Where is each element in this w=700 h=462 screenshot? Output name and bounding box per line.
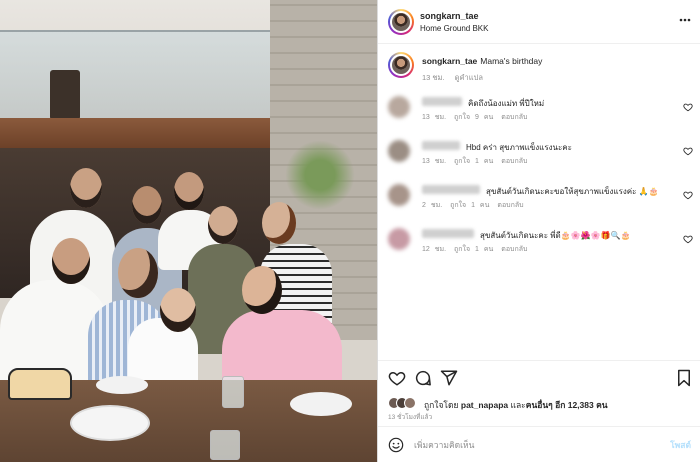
comment-likes[interactable]: ถูกใจ 1 คน: [454, 158, 493, 165]
post-side-panel: songkarn_tae Home Ground BKK songkarn_ta…: [377, 0, 700, 462]
photo-person-head: [262, 202, 296, 244]
photo-plate: [70, 405, 150, 441]
photo-chair: [50, 70, 80, 120]
add-comment-bar: โพสต์: [378, 427, 700, 462]
more-options-icon[interactable]: [679, 18, 691, 22]
caption-author-avatar[interactable]: [388, 52, 414, 78]
comment-meta: 2 ชม. ถูกใจ 1 คน ตอบกลับ: [422, 200, 532, 211]
post-photo[interactable]: [0, 0, 377, 462]
commenter-avatar[interactable]: [388, 140, 410, 162]
comment-item: Hbd คร่า สุขภาพแข็งแรงนะคะ 13 ชม. ถูกใจ 1…: [388, 138, 693, 168]
post-action-bar: [388, 369, 693, 387]
commenter-username-blurred[interactable]: [422, 229, 474, 238]
comment-meta: 13 ชม. ถูกใจ 9 คน ตอบกลับ: [422, 112, 535, 123]
heart-icon[interactable]: [388, 369, 406, 387]
likes-prefix: ถูกใจโดย: [424, 400, 459, 410]
reply-button[interactable]: ตอบกลับ: [501, 158, 527, 165]
comment-meta: 12 ชม. ถูกใจ 1 คน ตอบกลับ: [422, 244, 535, 255]
photo-person-head: [160, 288, 196, 332]
photo-person-head: [132, 186, 162, 224]
comment-icon[interactable]: [414, 369, 432, 387]
caption-meta: 13 ชม. ดูคำแปล: [422, 72, 483, 84]
comment-text: Hbd คร่า สุขภาพแข็งแรงนะคะ: [466, 143, 572, 152]
share-icon[interactable]: [440, 369, 458, 387]
comment-item: คิดถึงน้องแม่ท พี่ปีใหม่ 13 ชม. ถูกใจ 9 ค…: [388, 94, 693, 124]
likes-count[interactable]: คนอื่นๆ อีก 12,383 คน: [526, 400, 608, 410]
comment-meta: 13 ชม. ถูกใจ 1 คน ตอบกลับ: [422, 156, 535, 167]
likes-summary[interactable]: ถูกใจโดย pat_napapa และคนอื่นๆ อีก 12,38…: [388, 396, 693, 410]
emoji-icon[interactable]: [388, 437, 404, 453]
reply-button[interactable]: ตอบกลับ: [497, 202, 523, 209]
commenter-username-blurred[interactable]: [422, 185, 480, 194]
actions-divider: [378, 360, 700, 361]
add-comment-input[interactable]: [414, 437, 634, 452]
caption-time: 13 ชม.: [422, 73, 445, 82]
comment-time: 12 ชม.: [422, 246, 447, 253]
post-comment-button[interactable]: โพสต์: [670, 438, 691, 452]
translate-link[interactable]: ดูคำแปล: [455, 73, 483, 82]
photo-person-head: [52, 238, 90, 284]
comment-text: สุขสันต์วันเกิดนะคะ พี่ดี🎂🌸🌺🌸🎁🔍🎂: [480, 231, 631, 240]
liker-avatar: [404, 397, 416, 409]
photo-person-head: [242, 266, 282, 314]
reply-button[interactable]: ตอบกลับ: [501, 246, 527, 253]
photo-plant: [285, 140, 355, 210]
post-header: songkarn_tae Home Ground BKK: [378, 0, 700, 44]
commenter-avatar[interactable]: [388, 184, 410, 206]
comment-like-heart-icon[interactable]: [683, 190, 693, 200]
commenter-avatar[interactable]: [388, 228, 410, 250]
photo-cake: [8, 368, 72, 400]
comment-like-heart-icon[interactable]: [683, 146, 693, 156]
liker-username[interactable]: pat_napapa: [461, 400, 508, 410]
bookmark-icon[interactable]: [675, 369, 693, 387]
caption-username[interactable]: songkarn_tae: [422, 56, 477, 66]
reply-button[interactable]: ตอบกลับ: [501, 114, 527, 121]
photo-person-head: [174, 172, 204, 210]
comment-item: สุขสันต์วันเกิดนะคะขอให้สุขภาพแข็งแรงค่ะ…: [388, 182, 693, 212]
likes-middle: และ: [510, 400, 526, 410]
comment-likes[interactable]: ถูกใจ 9 คน: [454, 114, 493, 121]
comment-text: คิดถึงน้องแม่ท พี่ปีใหม่: [468, 99, 545, 108]
comment-text: สุขสันต์วันเกิดนะคะขอให้สุขภาพแข็งแรงค่ะ…: [486, 187, 659, 196]
photo-glass: [210, 430, 240, 460]
photo-wood-beam: [0, 118, 276, 148]
photo-person-head: [118, 248, 158, 298]
photo-person-head: [70, 168, 102, 208]
comment-like-heart-icon[interactable]: [683, 234, 693, 244]
author-avatar[interactable]: [388, 9, 414, 35]
comment-likes[interactable]: ถูกใจ 1 คน: [450, 202, 489, 209]
commenter-username-blurred[interactable]: [422, 141, 460, 150]
author-username[interactable]: songkarn_tae: [420, 11, 479, 21]
photo-plate: [96, 376, 148, 394]
comment-time: 13 ชม.: [422, 114, 447, 121]
photo-plate: [290, 392, 352, 416]
caption-text-row: songkarn_tae Mama's birthday: [422, 56, 692, 66]
comment-time: 13 ชม.: [422, 158, 447, 165]
comment-likes[interactable]: ถูกใจ 1 คน: [454, 246, 493, 253]
post-timestamp[interactable]: 13 ชั่วโมงที่แล้ว: [388, 412, 432, 422]
caption-author-avatar-image: [390, 54, 412, 76]
comment-item: สุขสันต์วันเกิดนะคะ พี่ดี🎂🌸🌺🌸🎁🔍🎂 12 ชม. ถ…: [388, 226, 693, 256]
comment-like-heart-icon[interactable]: [683, 102, 693, 112]
comment-time: 2 ชม.: [422, 202, 443, 209]
commenter-avatar[interactable]: [388, 96, 410, 118]
post-location[interactable]: Home Ground BKK: [420, 24, 488, 33]
author-avatar-image: [390, 11, 412, 33]
caption-text: Mama's birthday: [480, 56, 543, 66]
instagram-post: songkarn_tae Home Ground BKK songkarn_ta…: [0, 0, 700, 462]
photo-person-head: [208, 206, 238, 244]
commenter-username-blurred[interactable]: [422, 97, 462, 106]
photo-glass: [222, 376, 244, 408]
photo-glass-railing: [0, 30, 270, 125]
likes-text: ถูกใจโดย pat_napapa และคนอื่นๆ อีก 12,38…: [424, 398, 608, 412]
